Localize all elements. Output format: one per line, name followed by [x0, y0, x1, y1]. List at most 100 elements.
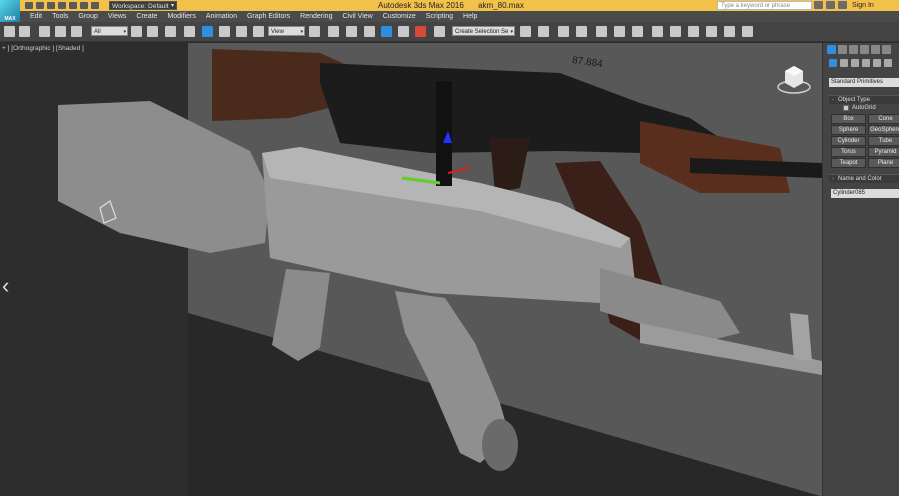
- window-crossing-icon[interactable]: [184, 26, 195, 37]
- menu-help[interactable]: Help: [458, 13, 482, 20]
- toggle-ribbon-icon[interactable]: [576, 26, 587, 37]
- app-logo-text: MAX: [4, 16, 16, 22]
- menu-graph-editors[interactable]: Graph Editors: [242, 13, 295, 20]
- menu-scripting[interactable]: Scripting: [421, 13, 458, 20]
- rectangular-selection-icon[interactable]: [165, 26, 176, 37]
- named-selection-value: Create Selection Se: [455, 29, 509, 35]
- autogrid-checkbox[interactable]: AutoGrid: [843, 105, 876, 111]
- link-icon[interactable]: [39, 26, 50, 37]
- cameras-icon[interactable]: [862, 59, 870, 67]
- menu-civil-view[interactable]: Civil View: [337, 13, 377, 20]
- cone-button[interactable]: Cone: [868, 114, 899, 124]
- undo-icon[interactable]: [4, 26, 15, 37]
- command-panel: Standard Primitives - Object Type AutoGri…: [822, 43, 899, 496]
- lights-icon[interactable]: [851, 59, 859, 67]
- object-type-rollout[interactable]: - Object Type: [829, 95, 899, 104]
- schematic-view-icon[interactable]: [614, 26, 625, 37]
- binoculars-icon[interactable]: [814, 1, 823, 9]
- dropdown-icon[interactable]: [91, 2, 99, 9]
- select-object-icon[interactable]: [131, 26, 142, 37]
- bind-space-warp-icon[interactable]: [71, 26, 82, 37]
- keyboard-shortcut-icon[interactable]: [346, 26, 357, 37]
- magazine-base: [482, 419, 518, 471]
- render-setup-icon[interactable]: [652, 26, 663, 37]
- geosphere-button[interactable]: GeoSphere: [868, 125, 899, 135]
- menu-tools[interactable]: Tools: [47, 13, 73, 20]
- tube-button[interactable]: Tube: [868, 136, 899, 146]
- menu-animation[interactable]: Animation: [201, 13, 242, 20]
- curve-editor-icon[interactable]: [596, 26, 607, 37]
- plane-button[interactable]: Plane: [868, 158, 899, 168]
- rotate-icon[interactable]: [219, 26, 230, 37]
- motion-tab-icon[interactable]: [860, 45, 869, 54]
- menu-create[interactable]: Create: [131, 13, 162, 20]
- modify-tab-icon[interactable]: [838, 45, 847, 54]
- percent-snap-icon[interactable]: [398, 26, 409, 37]
- helpers-icon[interactable]: [873, 59, 881, 67]
- object-name-input[interactable]: Cylinder085: [831, 189, 899, 198]
- selection-filter-dropdown[interactable]: All ▾: [91, 26, 128, 36]
- align-icon[interactable]: [538, 26, 549, 37]
- move-icon[interactable]: [202, 26, 213, 37]
- category-dropdown[interactable]: Standard Primitives: [829, 78, 899, 87]
- box-button[interactable]: Box: [831, 114, 866, 124]
- edit-named-selection-icon[interactable]: [434, 26, 445, 37]
- save-file-icon[interactable]: [47, 2, 55, 9]
- menu-customize[interactable]: Customize: [378, 13, 421, 20]
- scale-icon[interactable]: [236, 26, 247, 37]
- open-file-icon[interactable]: [36, 2, 44, 9]
- menu-rendering[interactable]: Rendering: [295, 13, 337, 20]
- angle-snap-icon[interactable]: [381, 26, 392, 37]
- redo-icon[interactable]: [69, 2, 77, 9]
- name-color-rollout[interactable]: - Name and Color: [829, 174, 899, 183]
- reference-coordinate-dropdown[interactable]: View ▾: [268, 26, 305, 36]
- pyramid-button[interactable]: Pyramid: [868, 147, 899, 157]
- space-warps-icon[interactable]: [884, 59, 892, 67]
- display-tab-icon[interactable]: [871, 45, 880, 54]
- utilities-tab-icon[interactable]: [882, 45, 891, 54]
- orthographic-viewport[interactable]: + ] [Orthographic ] [Shaded ] 87.884 ‹: [0, 43, 822, 496]
- named-selection-dropdown[interactable]: Create Selection Se ▾: [452, 26, 515, 36]
- undo-icon[interactable]: [58, 2, 66, 9]
- subscription-icon[interactable]: [826, 1, 835, 9]
- sign-in-link[interactable]: Sign In: [852, 2, 874, 9]
- redo-icon[interactable]: [19, 26, 30, 37]
- hierarchy-tab-icon[interactable]: [849, 45, 858, 54]
- render-in-cloud-icon[interactable]: [724, 26, 735, 37]
- rendered-frame-window-icon[interactable]: [670, 26, 681, 37]
- app-logo[interactable]: MAX: [0, 0, 20, 22]
- viewcube-icon[interactable]: [777, 63, 811, 95]
- workspace-dropdown[interactable]: Workspace: Default ▾: [109, 1, 177, 10]
- mirror-icon[interactable]: [520, 26, 531, 37]
- select-manipulate-icon[interactable]: [328, 26, 339, 37]
- unlink-icon[interactable]: [55, 26, 66, 37]
- menu-group[interactable]: Group: [73, 13, 102, 20]
- project-folder-icon[interactable]: [80, 2, 88, 9]
- menu-views[interactable]: Views: [103, 13, 132, 20]
- spinner-snap-icon[interactable]: [415, 26, 426, 37]
- cylinder-button[interactable]: Cylinder: [831, 136, 866, 146]
- menu-modifiers[interactable]: Modifiers: [162, 13, 200, 20]
- place-icon[interactable]: [253, 26, 264, 37]
- render-production-icon[interactable]: [688, 26, 699, 37]
- new-file-icon[interactable]: [25, 2, 33, 9]
- teapot-button[interactable]: Teapot: [831, 158, 866, 168]
- torus-button[interactable]: Torus: [831, 147, 866, 157]
- user-icon[interactable]: [838, 1, 847, 9]
- pivot-center-icon[interactable]: [309, 26, 320, 37]
- shapes-icon[interactable]: [840, 59, 848, 67]
- geometry-icon[interactable]: [829, 59, 837, 67]
- sphere-button[interactable]: Sphere: [831, 125, 866, 135]
- render-iterative-icon[interactable]: [706, 26, 717, 37]
- a360-gallery-icon[interactable]: [742, 26, 753, 37]
- chevron-down-icon: ▾: [510, 29, 513, 35]
- select-by-name-icon[interactable]: [147, 26, 158, 37]
- search-input[interactable]: Type a keyword or phrase: [717, 1, 812, 10]
- material-editor-icon[interactable]: [632, 26, 643, 37]
- prev-arrow-icon[interactable]: ‹: [2, 273, 9, 299]
- snaps-toggle-icon[interactable]: [364, 26, 375, 37]
- viewport-label[interactable]: + ] [Orthographic ] [Shaded ]: [2, 45, 84, 52]
- layer-explorer-icon[interactable]: [558, 26, 569, 37]
- create-tab-icon[interactable]: [827, 45, 836, 54]
- menu-edit[interactable]: Edit: [25, 13, 47, 20]
